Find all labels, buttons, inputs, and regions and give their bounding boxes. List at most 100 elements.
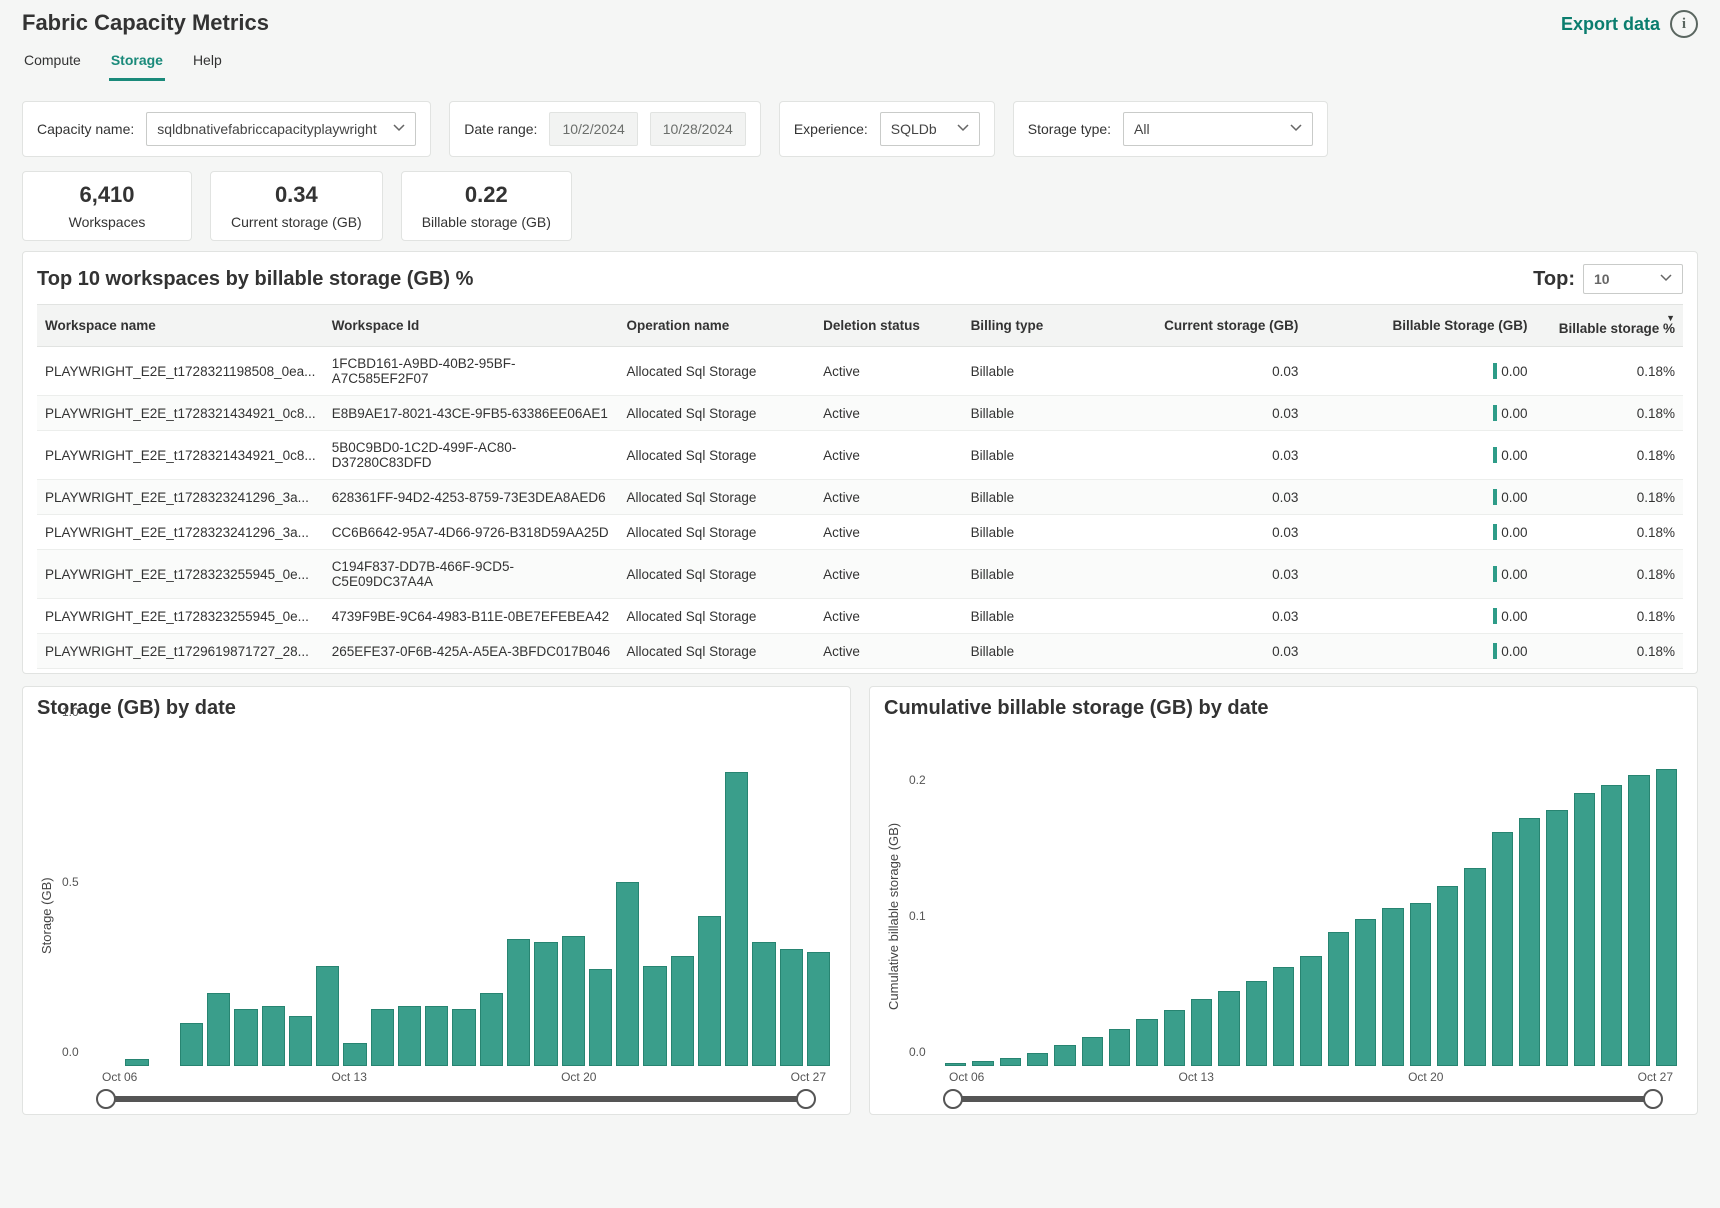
slider-handle-right[interactable] [796,1089,816,1109]
range-slider[interactable] [953,1096,1653,1102]
bar-indicator [1493,363,1497,379]
table-row[interactable]: PLAYWRIGHT_E2E_t1728323241296_3a...62836… [37,480,1683,515]
column-header[interactable]: Billable Storage (GB) [1306,305,1535,347]
chart-bar[interactable] [589,969,612,1066]
chart-bar[interactable] [534,942,557,1066]
slider-handle-right[interactable] [1643,1089,1663,1109]
chart-bar[interactable] [1628,775,1649,1066]
table-row[interactable]: PLAYWRIGHT_E2E_t1728321198508_0ea...1FCB… [37,347,1683,396]
column-header[interactable]: Operation name [619,305,816,347]
range-slider[interactable] [106,1096,806,1102]
cell-op: Allocated Sql Storage [619,347,816,396]
chart-bar[interactable] [1054,1045,1075,1066]
chart-bar[interactable] [125,1059,148,1066]
storage-type-dropdown[interactable]: All [1123,112,1313,146]
chart-bar[interactable] [1246,981,1267,1067]
chart-bar[interactable] [807,952,830,1066]
chart-bar[interactable] [234,1009,257,1066]
chart-bar[interactable] [289,1016,312,1066]
chart-bar[interactable] [1218,991,1239,1066]
column-header[interactable]: Billing type [963,305,1110,347]
cell-id: 1FCBD161-A9BD-40B2-95BF-A7C585EF2F07 [324,347,619,396]
cell-ws: PLAYWRIGHT_E2E_t1728321434921_0c8... [37,431,324,480]
column-header[interactable]: Workspace Id [324,305,619,347]
date-start-field[interactable]: 10/2/2024 [549,112,637,146]
cell-del: Active [815,431,962,480]
table-row[interactable]: PLAYWRIGHT_E2E_t1728323241296_3a...CC6B6… [37,515,1683,550]
slider-handle-left[interactable] [943,1089,963,1109]
chart-bar[interactable] [725,772,748,1066]
chart-bar[interactable] [207,993,230,1066]
chart-bar[interactable] [698,916,721,1066]
chart-bar[interactable] [1410,903,1431,1066]
chart-bar[interactable] [1300,956,1321,1066]
chart-bar[interactable] [1546,810,1567,1067]
chart-card: Cumulative billable storage (GB) by date… [869,686,1698,1115]
date-end-field[interactable]: 10/28/2024 [650,112,746,146]
chart-bar[interactable] [398,1006,421,1066]
chart-bar[interactable] [1656,769,1677,1066]
chart-bar[interactable] [972,1061,993,1066]
chart-bar[interactable] [562,936,585,1066]
chart-bar[interactable] [371,1009,394,1066]
chart-plot-area[interactable] [98,732,830,1066]
y-tick: 0.0 [62,1045,79,1059]
chart-bar[interactable] [1328,932,1349,1066]
chart-bar[interactable] [780,949,803,1066]
table-row[interactable]: PLAYWRIGHT_E2E_t1728321434921_0c8...E8B9… [37,396,1683,431]
chart-bar[interactable] [1082,1037,1103,1066]
export-data-link[interactable]: Export data [1561,14,1660,35]
chart-bar[interactable] [671,956,694,1066]
column-header[interactable]: Current storage (GB) [1110,305,1306,347]
chart-bar[interactable] [643,966,666,1066]
chart-bar[interactable] [616,882,639,1066]
tab-help[interactable]: Help [191,46,224,81]
chart-bar[interactable] [316,966,339,1066]
column-header[interactable]: Workspace name [37,305,324,347]
chart-bar[interactable] [1273,967,1294,1066]
table-row[interactable]: PLAYWRIGHT_E2E_t1728323255945_0e...C194F… [37,550,1683,599]
chart-bar[interactable] [1164,1010,1185,1066]
table-row[interactable]: PLAYWRIGHT_E2E_t1729619871727_28...265EF… [37,634,1683,669]
y-tick: 0.1 [909,909,926,923]
chart-bar[interactable] [262,1006,285,1066]
chart-bar[interactable] [1464,868,1485,1066]
chart-bar[interactable] [1492,832,1513,1066]
chart-bar[interactable] [1574,793,1595,1066]
chart-bar[interactable] [1601,785,1622,1066]
info-icon[interactable]: i [1670,10,1698,38]
chart-bar[interactable] [1437,886,1458,1066]
table-row[interactable]: PLAYWRIGHT_E2E_t1728323255945_0e...4739F… [37,599,1683,634]
column-header[interactable]: ▼Billable storage % [1536,305,1683,347]
experience-dropdown[interactable]: SQLDb [880,112,980,146]
cell-bs: 0.00 [1306,634,1535,669]
chart-bar[interactable] [752,942,775,1066]
chart-bar[interactable] [1191,999,1212,1066]
slider-handle-left[interactable] [96,1089,116,1109]
chart-bar[interactable] [425,1006,448,1066]
chart-bar[interactable] [180,1023,203,1066]
tab-storage[interactable]: Storage [109,46,165,81]
chart-bar[interactable] [480,993,503,1066]
capacity-name-dropdown[interactable]: sqldbnativefabriccapacityplaywright [146,112,416,146]
cell-bill: Billable [963,515,1110,550]
chart-bar[interactable] [452,1009,475,1066]
chart-bar[interactable] [1382,908,1403,1066]
top-dropdown[interactable]: 10 [1583,264,1683,294]
chart-plot-area[interactable] [945,732,1677,1066]
chart-bar[interactable] [343,1043,366,1066]
kpi-label: Billable storage (GB) [422,214,551,230]
chart-title: Storage (GB) by date [37,697,836,720]
chart-bar[interactable] [945,1063,966,1066]
chart-bar[interactable] [1136,1019,1157,1066]
chart-bar[interactable] [507,939,530,1066]
chart-bar[interactable] [1355,919,1376,1066]
chart-bar[interactable] [1000,1058,1021,1066]
table-row[interactable]: PLAYWRIGHT_E2E_t1728321434921_0c8...5B0C… [37,431,1683,480]
chart-bar[interactable] [1519,818,1540,1066]
chart-bar[interactable] [1027,1053,1048,1066]
cell-ws: PLAYWRIGHT_E2E_t1728323255945_0e... [37,599,324,634]
column-header[interactable]: Deletion status [815,305,962,347]
tab-compute[interactable]: Compute [22,46,83,81]
chart-bar[interactable] [1109,1029,1130,1066]
